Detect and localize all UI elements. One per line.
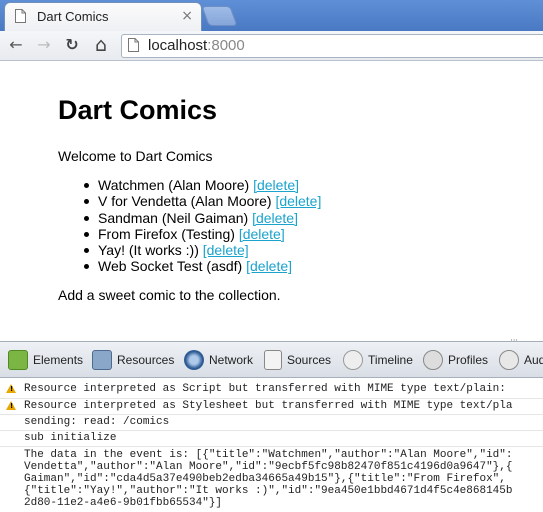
console-divider <box>0 430 543 431</box>
devtools-panel: ||| Elements Resources Network Sources T… <box>0 338 543 512</box>
tab-audits[interactable]: Aud <box>499 349 543 371</box>
console-data-line: Vendetta","author":"Alan Moore","id":"9e… <box>24 461 513 473</box>
tab-label: Timeline <box>368 353 413 367</box>
tab-resources[interactable]: Resources <box>92 349 174 371</box>
list-item: Yay! (It works :)) [delete] <box>83 242 321 259</box>
comic-title: Web Socket Test (asdf) <box>98 258 243 275</box>
comic-title: Yay! (It works :)) <box>98 242 199 259</box>
console-divider <box>0 398 543 399</box>
comic-title: Watchmen (Alan Moore) <box>98 177 250 193</box>
timeline-icon <box>343 350 363 370</box>
console-warning: Resource interpreted as Stylesheet but t… <box>24 400 513 412</box>
tab-label: Network <box>209 353 254 367</box>
tab-label: Resources <box>117 353 175 367</box>
url-host: localhost <box>148 37 208 54</box>
browser-tab[interactable]: Dart Comics × <box>4 2 202 32</box>
warning-icon: ! <box>6 401 16 410</box>
forward-icon[interactable]: → <box>34 34 54 56</box>
delete-link[interactable]: [delete] <box>203 242 249 258</box>
reload-icon[interactable]: ↻ <box>62 34 82 56</box>
back-icon[interactable]: ← <box>6 34 26 56</box>
console-warning: Resource interpreted as Script but trans… <box>24 383 506 395</box>
sources-icon <box>264 350 282 370</box>
list-item: Sandman (Neil Gaiman) [delete] <box>83 209 321 226</box>
tab-timeline[interactable]: Timeline <box>343 349 413 371</box>
console-data-line: Gaiman","id":"cda4d5a37e490beb2edba34665… <box>24 473 506 485</box>
console-data-line: {"title":"Yay!","author":"It works :)","… <box>24 485 513 497</box>
delete-link[interactable]: [delete] <box>253 177 299 193</box>
devtools-toolbar: Elements Resources Network Sources Timel… <box>0 341 543 378</box>
tab-label: Profiles <box>448 353 489 367</box>
page-icon <box>128 38 139 52</box>
page-title: Dart Comics <box>58 95 218 125</box>
address-bar[interactable]: localhost:8000 <box>121 34 543 58</box>
url-port: :8000 <box>207 37 245 54</box>
resources-icon <box>92 350 112 370</box>
console-message: sending: read: /comics <box>24 416 170 428</box>
warning-icon: ! <box>6 384 16 393</box>
delete-link[interactable]: [delete] <box>275 193 321 209</box>
list-item: From Firefox (Testing) [delete] <box>83 225 321 242</box>
list-item: Watchmen (Alan Moore) [delete] <box>83 177 321 193</box>
tab-strip: Dart Comics × <box>0 0 543 32</box>
browser-toolbar: ← → ↻ ⌂ localhost:8000 <box>0 31 543 61</box>
welcome-text: Welcome to Dart Comics <box>58 148 213 164</box>
list-item: Web Socket Test (asdf) [delete] <box>83 258 321 275</box>
tab-elements[interactable]: Elements <box>8 349 83 371</box>
comic-title: From Firefox (Testing) <box>98 225 235 242</box>
tab-network[interactable]: Network <box>184 349 253 371</box>
tab-label: Sources <box>287 353 332 367</box>
comic-title: V for Vendetta (Alan Moore) <box>98 193 272 210</box>
url-text: localhost:8000 <box>148 37 245 54</box>
tab-sources[interactable]: Sources <box>264 349 331 371</box>
add-comic-text: Add a sweet comic to the collection. <box>58 287 281 303</box>
tab-profiles[interactable]: Profiles <box>423 349 488 371</box>
home-icon[interactable]: ⌂ <box>91 34 111 56</box>
console-divider <box>0 414 543 415</box>
console-output: ! Resource interpreted as Script but tra… <box>0 378 543 512</box>
console-message: sub initialize <box>24 432 117 444</box>
console-data-line: The data in the event is: [{"title":"Wat… <box>24 449 513 461</box>
comic-title: Sandman (Neil Gaiman) <box>98 209 249 226</box>
tab-label: Elements <box>33 353 84 367</box>
profiles-icon <box>423 350 443 370</box>
delete-link[interactable]: [delete] <box>239 226 285 242</box>
comics-list: Watchmen (Alan Moore) [delete] V for Ven… <box>83 177 321 275</box>
delete-link[interactable]: [delete] <box>246 258 292 274</box>
delete-link[interactable]: [delete] <box>252 210 298 226</box>
page-content: Dart Comics Welcome to Dart Comics Watch… <box>0 61 543 341</box>
page-icon <box>15 9 26 23</box>
audits-icon <box>499 350 519 370</box>
list-item: V for Vendetta (Alan Moore) [delete] <box>83 193 321 210</box>
new-tab-button[interactable] <box>201 6 238 26</box>
elements-icon <box>8 350 28 370</box>
tab-title: Dart Comics <box>37 9 109 24</box>
console-divider <box>0 446 543 447</box>
tab-label: Aud <box>524 353 543 367</box>
console-data-line: 2d80-11e2-a4e6-9b01fbb65534"}] <box>24 497 223 509</box>
network-icon <box>184 350 204 370</box>
close-icon[interactable]: × <box>181 8 193 24</box>
